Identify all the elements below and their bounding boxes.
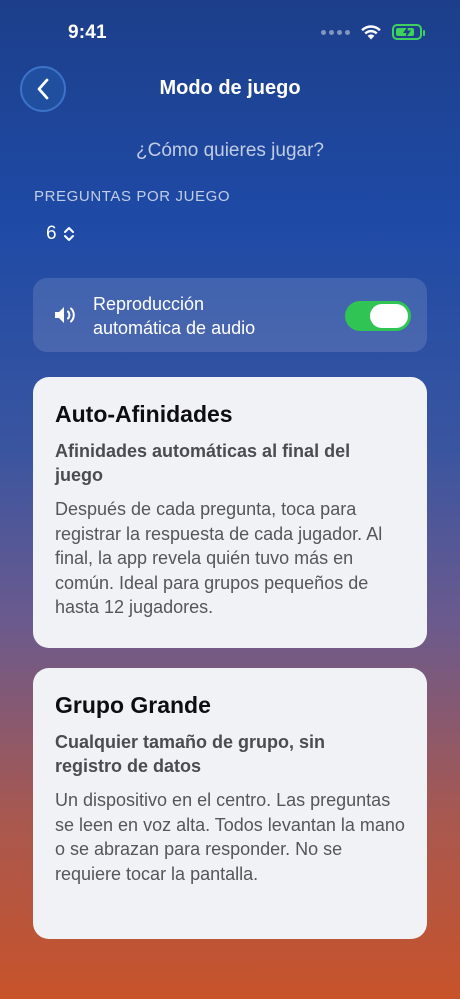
audio-autoplay-toggle[interactable] — [345, 301, 411, 331]
audio-autoplay-label: Reproducción automática de audio — [93, 294, 256, 338]
page-title: Modo de juego — [159, 77, 301, 99]
mode-card-description: Después de cada pregunta, toca para regi… — [55, 499, 383, 617]
mode-card-title: Auto-Afinidades — [55, 401, 233, 427]
mode-card-title: Grupo Grande — [55, 692, 211, 718]
status-time: 9:41 — [68, 22, 107, 43]
speaker-icon — [55, 307, 75, 323]
mode-card-subtitle: Afinidades automáticas al final del jueg… — [55, 441, 351, 485]
audio-autoplay-row: Reproducción automática de audio — [33, 278, 427, 352]
status-bar: 9:41 — [0, 0, 460, 62]
wifi-icon — [361, 25, 381, 40]
mode-card-grupo-grande[interactable]: Grupo Grande Cualquier tamaño de grupo, … — [33, 668, 427, 939]
questions-per-game-value: 6 — [46, 223, 57, 244]
status-indicators — [321, 24, 425, 40]
battery-charging-icon — [392, 24, 425, 40]
questions-per-game-label: PREGUNTAS POR JUEGO — [34, 188, 231, 205]
chevron-up-down-icon — [63, 227, 74, 241]
mode-card-auto-afinidades[interactable]: Auto-Afinidades Afinidades automáticas a… — [33, 377, 427, 648]
mode-card-description: Un dispositivo en el centro. Las pregunt… — [55, 790, 405, 884]
navigation-bar: Modo de juego — [0, 66, 460, 112]
page-subtitle: ¿Cómo quieres jugar? — [136, 140, 324, 161]
cellular-signal-icon — [321, 29, 350, 35]
questions-per-game-picker[interactable]: 6 — [46, 223, 75, 245]
toggle-knob — [370, 304, 408, 328]
mode-card-subtitle: Cualquier tamaño de grupo, sin registro … — [55, 732, 326, 776]
